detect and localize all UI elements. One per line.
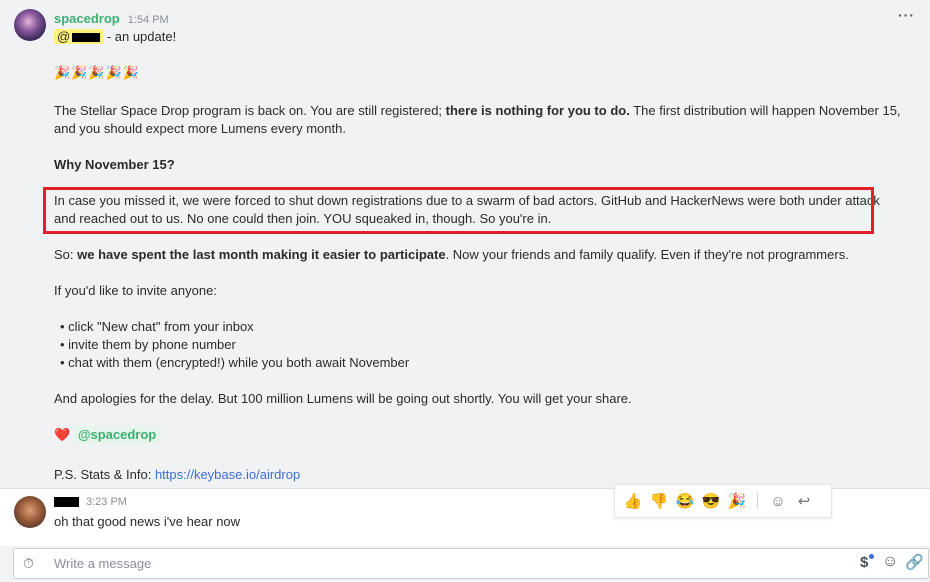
redacted-name — [72, 33, 101, 43]
paragraph-3: So: we have spent the last month making … — [54, 247, 849, 262]
thumbs-down-icon[interactable]: 👎 — [649, 492, 669, 510]
tada-icon[interactable]: 🎉 — [727, 492, 747, 510]
username[interactable]: spacedrop — [54, 11, 120, 26]
paragraph-4: If you'd like to invite anyone: — [54, 283, 217, 298]
why-heading: Why November 15? — [54, 157, 175, 172]
list-item: • chat with them (encrypted!) while you … — [60, 355, 410, 370]
message-spacedrop: spacedrop 1:54 PM ··· @ - an update! 🎉🎉🎉… — [0, 0, 930, 488]
attachment-icon[interactable]: 🔗 — [905, 553, 924, 571]
greeting-text: - an update! — [103, 29, 177, 44]
sunglasses-icon[interactable]: 😎 — [701, 492, 721, 510]
heart-icon: ❤️ — [54, 427, 71, 442]
dollar-icon[interactable]: $ — [860, 554, 868, 571]
more-options-icon[interactable]: ··· — [898, 7, 915, 23]
redacted-username — [54, 497, 79, 507]
list-item: • invite them by phone number — [60, 337, 236, 352]
message-text: oh that good news i've hear now — [54, 514, 241, 529]
signature-mention[interactable]: @spacedrop — [73, 426, 161, 443]
divider — [757, 493, 758, 509]
mention-badge[interactable]: @ — [54, 29, 104, 44]
emoji-picker-icon[interactable]: ☺ — [882, 553, 898, 571]
party-emojis: 🎉🎉🎉🎉🎉 — [54, 65, 140, 80]
bullet-list: • click "New chat" from your inbox • inv… — [60, 318, 409, 372]
message-input[interactable] — [54, 556, 834, 571]
ps-line: P.S. Stats & Info: https://keybase.io/ai… — [54, 467, 301, 482]
joy-icon[interactable]: 😂 — [675, 492, 695, 510]
add-reaction-icon[interactable]: ☺ — [768, 493, 788, 510]
message-header: spacedrop 1:54 PM — [54, 11, 169, 26]
timestamp: 3:23 PM — [86, 496, 127, 508]
signature-line: ❤️ @spacedrop — [54, 426, 904, 444]
message-composer: ⏱ $ ☺ 🔗 — [13, 548, 929, 579]
highlight-box — [43, 187, 874, 234]
timestamp: 1:54 PM — [127, 14, 169, 26]
reaction-toolbar: 👍 👎 😂 😎 🎉 ☺ ↩ — [614, 484, 832, 518]
reply-icon[interactable]: ↩ — [794, 492, 814, 510]
paragraph-5: And apologies for the delay. But 100 mil… — [54, 391, 632, 406]
avatar[interactable] — [14, 496, 46, 528]
avatar[interactable] — [14, 9, 46, 41]
greeting-line: @ - an update! — [54, 28, 904, 46]
timer-icon[interactable]: ⏱ — [23, 555, 34, 572]
thumbs-up-icon[interactable]: 👍 — [623, 492, 643, 510]
airdrop-link[interactable]: https://keybase.io/airdrop — [155, 467, 300, 482]
notification-dot — [869, 554, 874, 559]
paragraph-1: The Stellar Space Drop program is back o… — [54, 103, 901, 136]
list-item: • click "New chat" from your inbox — [60, 319, 254, 334]
